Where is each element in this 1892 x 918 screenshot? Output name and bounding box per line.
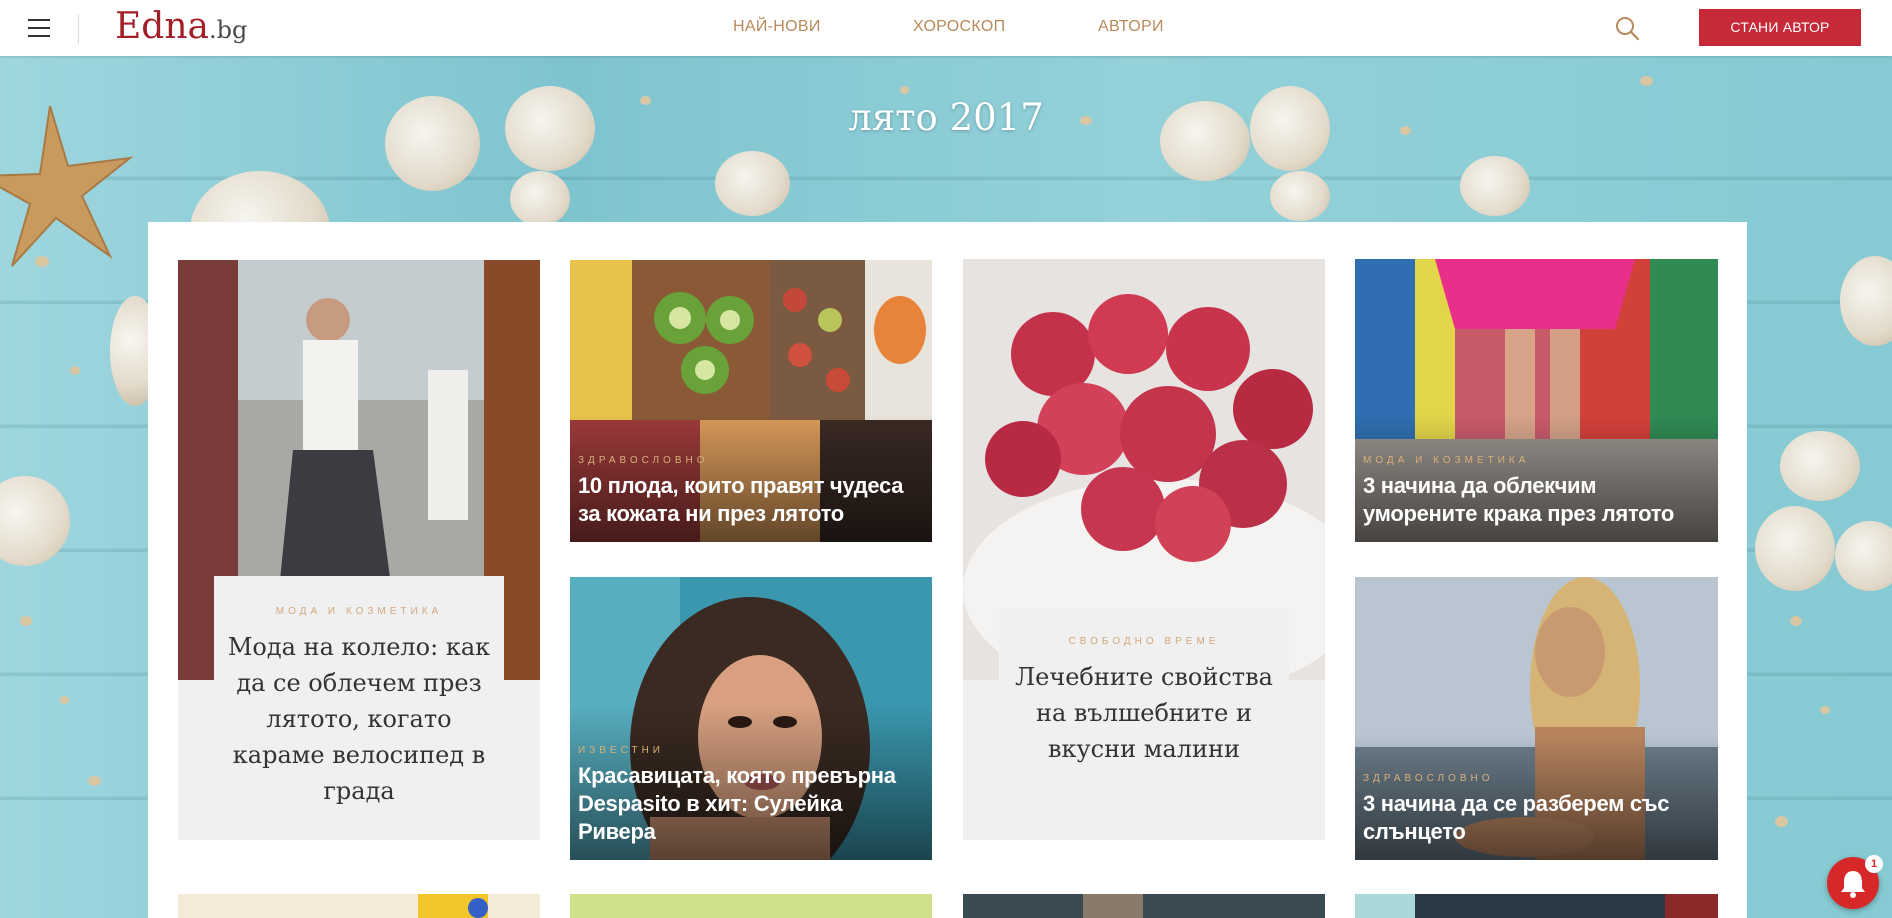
shell-decoration — [715, 151, 790, 216]
article-category: СВОБОДНО ВРЕМЕ — [1068, 636, 1220, 647]
article-card[interactable]: МОДА И КОЗМЕТИКА Мода на колело: как да … — [178, 260, 540, 840]
article-image-partial[interactable] — [963, 894, 1325, 918]
logo-main: Edna — [115, 6, 209, 47]
article-card[interactable]: ЗДРАВОСЛОВНО 3 начина да се разберем със… — [1355, 577, 1718, 860]
become-author-button[interactable]: СТАНИ АВТОР — [1699, 9, 1861, 46]
nav-item-authors[interactable]: АВТОРИ — [1098, 18, 1164, 36]
pebble — [1820, 706, 1830, 714]
article-text-box: СВОБОДНО ВРЕМЕ Лечебните свойства на въл… — [999, 608, 1289, 808]
nav-item-newest[interactable]: НАЙ-НОВИ — [733, 18, 821, 36]
article-category: ЗДРАВОСЛОВНО — [578, 455, 709, 466]
article-overlay: ЗДРАВОСЛОВНО 3 начина да се разберем със… — [1355, 733, 1718, 860]
site-header: Edna.bg НАЙ-НОВИ ХОРОСКОП АВТОРИ СТАНИ А… — [0, 0, 1892, 56]
shell-decoration — [1840, 256, 1892, 346]
article-title[interactable]: 3 начина да се разберем със слънцето — [1363, 790, 1710, 846]
article-text-box: МОДА И КОЗМЕТИКА Мода на колело: как да … — [214, 576, 504, 816]
shell-decoration — [1460, 156, 1530, 216]
search-icon[interactable] — [1614, 15, 1640, 41]
article-image-partial[interactable] — [1355, 894, 1718, 918]
article-card[interactable]: МОДА И КОЗМЕТИКА 3 начина да облекчим ум… — [1355, 259, 1718, 542]
article-category: МОДА И КОЗМЕТИКА — [1363, 455, 1530, 466]
pebble — [900, 86, 909, 94]
article-overlay: ЗДРАВОСЛОВНО 10 плода, които правят чуде… — [570, 415, 932, 542]
pebble — [1790, 616, 1802, 626]
article-category: ЗДРАВОСЛОВНО — [1363, 773, 1494, 784]
logo-tld: .bg — [208, 16, 248, 44]
shell-decoration — [1270, 171, 1330, 221]
article-image-partial[interactable] — [570, 894, 932, 918]
notifications-button[interactable]: 1 — [1827, 855, 1883, 909]
pebble — [60, 696, 69, 704]
article-category: ИЗВЕСТНИ — [578, 745, 664, 756]
article-card[interactable]: ИЗВЕСТНИ Красавицата, която превърна Des… — [570, 577, 932, 860]
pebble — [1640, 76, 1653, 86]
article-title[interactable]: Красавицата, която превърна Despasito в … — [578, 762, 924, 846]
shell-decoration — [1780, 431, 1860, 501]
article-title[interactable]: 10 плода, които правят чудеса за кожата … — [578, 472, 924, 528]
pebble — [88, 776, 101, 786]
site-logo[interactable]: Edna.bg — [115, 2, 247, 52]
pebble — [1775, 816, 1788, 827]
pebble — [70, 366, 80, 375]
article-overlay: ИЗВЕСТНИ Красавицата, която превърна Des… — [570, 705, 932, 860]
article-overlay: МОДА И КОЗМЕТИКА 3 начина да облекчим ум… — [1355, 415, 1718, 542]
article-title[interactable]: Мода на колело: как да се облечем през л… — [214, 629, 504, 809]
notification-count: 1 — [1865, 855, 1883, 873]
articles-panel: МОДА И КОЗМЕТИКА Мода на колело: как да … — [148, 222, 1747, 918]
article-title[interactable]: 3 начина да облекчим уморените крака пре… — [1363, 472, 1710, 528]
article-card[interactable]: ЗДРАВОСЛОВНО 10 плода, които правят чуде… — [570, 260, 932, 542]
header-divider — [78, 14, 79, 44]
article-title[interactable]: Лечебните свойства на вълшебните и вкусн… — [999, 659, 1289, 767]
page-title: лято 2017 — [848, 96, 1044, 139]
shell-decoration — [1755, 506, 1835, 591]
shell-decoration — [0, 476, 70, 566]
article-category: МОДА И КОЗМЕТИКА — [275, 606, 443, 617]
article-image-partial[interactable] — [178, 894, 540, 918]
shell-decoration — [510, 171, 570, 226]
pebble — [35, 256, 49, 267]
nav-item-horoscope[interactable]: ХОРОСКОП — [913, 18, 1005, 36]
menu-icon[interactable] — [28, 19, 50, 37]
shell-decoration — [1835, 521, 1892, 591]
pebble — [20, 616, 32, 626]
article-card[interactable]: СВОБОДНО ВРЕМЕ Лечебните свойства на въл… — [963, 259, 1325, 840]
